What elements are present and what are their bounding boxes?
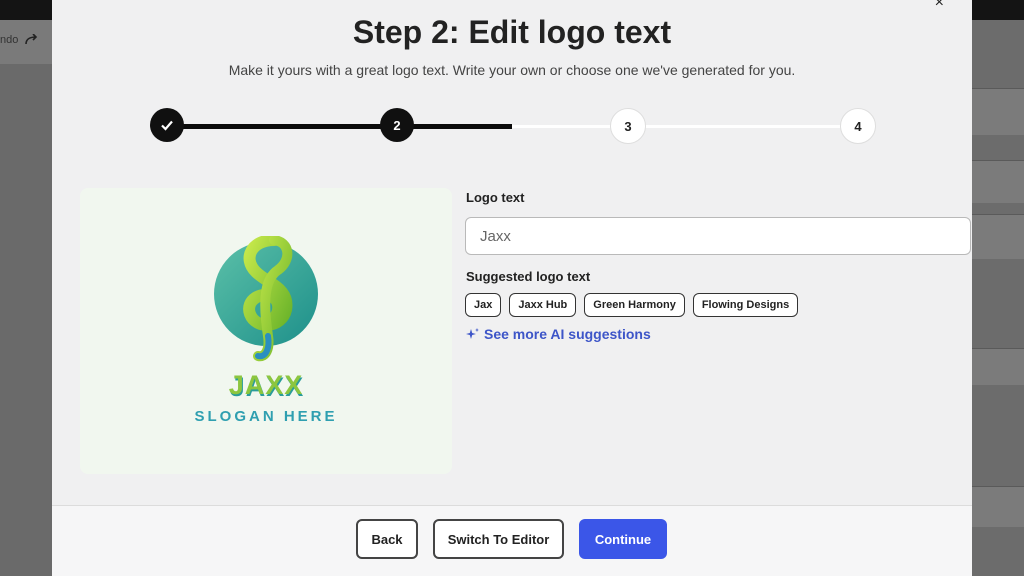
checkmark-icon (161, 120, 173, 131)
stepper-progress-fill (168, 124, 512, 129)
suggestion-chip[interactable]: Jaxx Hub (509, 293, 577, 317)
background-panel-row (972, 486, 1024, 527)
treble-clef-logo-icon (214, 236, 318, 362)
back-button[interactable]: Back (356, 519, 418, 559)
background-panel-row (972, 160, 1024, 203)
modal-title: Step 2: Edit logo text (352, 14, 672, 50)
ai-link-label: See more AI suggestions (484, 326, 651, 342)
logo-text-label: Logo text (466, 190, 525, 205)
close-icon[interactable]: × (935, 0, 944, 12)
background-undo: ndo (0, 33, 40, 46)
sparkle-icon (466, 328, 479, 339)
step-2-current: 2 (380, 108, 414, 142)
background-panel-row (972, 348, 1024, 385)
suggestion-chip[interactable]: Jax (465, 293, 502, 317)
step-1-complete (150, 108, 184, 142)
step-4: 4 (840, 108, 876, 144)
redo-arrow-icon (25, 33, 38, 45)
see-more-ai-suggestions-link[interactable]: See more AI suggestions (466, 326, 651, 342)
logo-slogan-text: SLOGAN HERE (194, 408, 338, 425)
progress-stepper: 2 3 4 (150, 108, 876, 146)
modal-subtitle: Make it yours with a great logo text. Wr… (228, 62, 796, 78)
logo-wizard-modal: × Step 2: Edit logo text Make it yours w… (52, 0, 972, 576)
step-3: 3 (610, 108, 646, 144)
logo-name-text: JAXX (228, 370, 304, 400)
logo-preview: JAXX SLOGAN HERE (80, 188, 452, 474)
suggestion-chip[interactable]: Flowing Designs (692, 293, 799, 317)
background-panel-row (972, 88, 1024, 135)
logo-text-input[interactable] (465, 217, 971, 255)
background-panel-row (972, 214, 1024, 259)
background-left-panel (0, 20, 52, 576)
suggestion-chip[interactable]: Green Harmony (584, 293, 685, 317)
suggestion-chips: Jax Jaxx Hub Green Harmony Flowing Desig… (465, 293, 799, 317)
switch-to-editor-button[interactable]: Switch To Editor (433, 519, 564, 559)
suggested-logo-text-label: Suggested logo text (466, 269, 591, 284)
continue-button[interactable]: Continue (579, 519, 667, 559)
